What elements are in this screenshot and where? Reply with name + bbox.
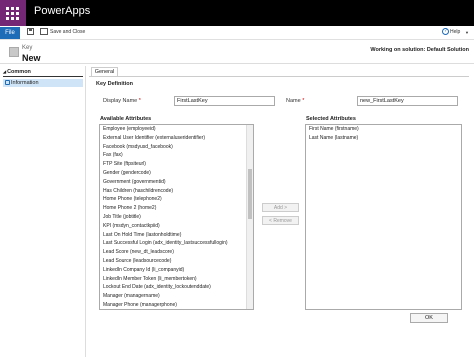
left-navigation: ◢Common Information — [0, 66, 86, 357]
command-bar: File Save and Close ? Help ▼ — [0, 26, 474, 40]
save-and-close-button[interactable]: Save and Close — [50, 29, 85, 35]
list-item[interactable]: External User Identifier (externaluserid… — [100, 134, 253, 143]
name-label: Name * — [286, 98, 304, 104]
app-title: PowerApps — [34, 5, 91, 17]
key-entity-icon — [9, 47, 19, 57]
remove-button[interactable]: < Remove — [262, 216, 299, 225]
selected-attributes-title: Selected Attributes — [306, 116, 356, 122]
ok-button[interactable]: OK — [410, 313, 448, 323]
save-and-close-icon[interactable] — [40, 28, 48, 35]
save-icon[interactable] — [27, 28, 34, 35]
help-icon[interactable]: ? — [442, 28, 449, 35]
section-title: Key Definition — [96, 81, 133, 87]
nav-section-common[interactable]: ◢Common — [3, 69, 83, 77]
record-header: Key New Working on solution: Default Sol… — [0, 40, 474, 64]
app-launcher-icon[interactable] — [0, 0, 26, 26]
solution-label: Working on solution: Default Solution — [370, 47, 469, 53]
information-icon — [5, 80, 10, 85]
list-item[interactable]: Has Children (haschildrencode) — [100, 187, 253, 196]
list-item[interactable]: Facebook (msdyusd_facebook) — [100, 143, 253, 152]
required-marker: * — [138, 98, 141, 104]
collapse-triangle-icon: ◢ — [3, 69, 7, 74]
list-item[interactable]: Manager (managername) — [100, 292, 253, 301]
scroll-thumb[interactable] — [248, 169, 252, 219]
record-title: New — [22, 53, 41, 63]
name-field[interactable] — [357, 96, 458, 106]
top-bar: PowerApps — [0, 0, 474, 26]
file-button[interactable]: File — [0, 27, 20, 39]
list-item[interactable]: Fax (fax) — [100, 151, 253, 160]
selected-attributes-list[interactable]: First Name (firstname) Last Name (lastnam… — [305, 124, 462, 310]
required-marker: * — [302, 98, 305, 104]
display-name-label-text: Display Name — [103, 98, 138, 104]
available-attributes-title: Available Attributes — [100, 116, 152, 122]
list-item[interactable]: Gender (gendercode) — [100, 169, 253, 178]
list-item[interactable]: Last On Hold Time (lastonholdtime) — [100, 231, 253, 240]
nav-section-label: Common — [7, 69, 31, 75]
available-attributes-list[interactable]: Employee (employeeid) External User Ident… — [99, 124, 254, 310]
nav-item-information[interactable]: Information — [3, 79, 83, 87]
list-item[interactable]: First Name (firstname) — [306, 125, 461, 134]
list-item[interactable]: Job Title (jobtitle) — [100, 213, 253, 222]
list-item[interactable]: Last Name (lastname) — [306, 134, 461, 143]
list-item[interactable]: LinkedIn Member Token (li_membertoken) — [100, 275, 253, 284]
chevron-down-icon[interactable]: ▼ — [465, 30, 469, 35]
list-item[interactable]: Employee (employeeid) — [100, 125, 253, 134]
help-button[interactable]: Help — [450, 29, 460, 35]
list-item[interactable]: Lead Source (leadsourcecode) — [100, 257, 253, 266]
list-item[interactable]: Lockout End Date (adx_identity_lockouten… — [100, 283, 253, 292]
list-item[interactable]: Manager Phone (managerphone) — [100, 301, 253, 309]
tab-divider — [89, 76, 469, 77]
list-item[interactable]: FTP Site (ftpsiteurl) — [100, 160, 253, 169]
list-item[interactable]: Government (governmentid) — [100, 178, 253, 187]
list-item[interactable]: KPI (msdyn_contactkpiid) — [100, 222, 253, 231]
list-item[interactable]: Home Phone 2 (home2) — [100, 204, 253, 213]
display-name-label: Display Name * — [103, 98, 141, 104]
selected-rows: First Name (firstname) Last Name (lastnam… — [306, 125, 461, 143]
name-label-text: Name — [286, 98, 301, 104]
entity-type-label: Key — [22, 45, 33, 51]
tab-general[interactable]: General — [91, 67, 118, 76]
list-item[interactable]: Lead Score (new_dt_leadscore) — [100, 248, 253, 257]
add-button[interactable]: Add > — [262, 203, 299, 212]
available-rows: Employee (employeeid) External User Ident… — [100, 125, 253, 309]
scrollbar[interactable] — [246, 125, 253, 309]
display-name-field[interactable] — [174, 96, 275, 106]
nav-item-label: Information — [11, 80, 39, 86]
list-item[interactable]: LinkedIn Company Id (li_companyid) — [100, 266, 253, 275]
list-item[interactable]: Last Successful Login (adx_identity_last… — [100, 239, 253, 248]
list-item[interactable]: Home Phone (telephone2) — [100, 195, 253, 204]
